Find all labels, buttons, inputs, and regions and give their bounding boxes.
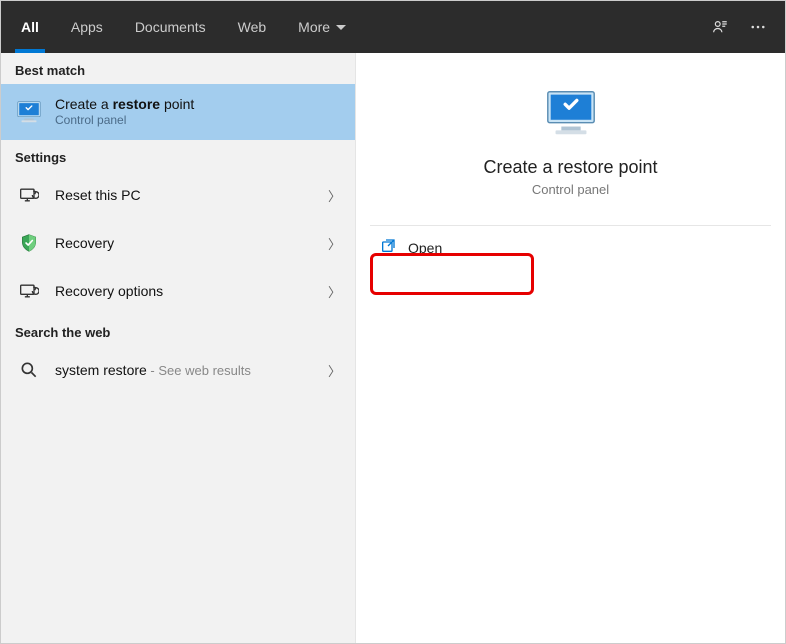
preview-header: Create a restore point Control panel [370, 67, 771, 226]
preview-subtitle: Control panel [532, 182, 609, 197]
result-recovery-options[interactable]: Recovery options 〉 [1, 267, 355, 315]
action-label: Open [408, 240, 442, 256]
search-body: Best match Create a restore point Contro… [1, 53, 785, 643]
tab-label: All [21, 19, 39, 35]
tab-label: Web [238, 19, 267, 35]
open-icon [380, 238, 396, 257]
tab-apps[interactable]: Apps [55, 1, 119, 53]
preview-content: Create a restore point Control panel Ope… [370, 67, 771, 269]
search-icon [15, 356, 43, 384]
chevron-right-icon: 〉 [328, 186, 341, 205]
web-query: system restore [55, 362, 147, 378]
tab-label: Apps [71, 19, 103, 35]
section-best-match: Best match [1, 53, 355, 84]
result-subtitle: Control panel [55, 113, 341, 129]
action-open[interactable]: Open [370, 226, 771, 269]
web-hint: - See web results [147, 363, 251, 378]
preview-panel: Create a restore point Control panel Ope… [356, 53, 785, 643]
section-web: Search the web [1, 315, 355, 346]
more-options-icon[interactable] [749, 18, 767, 36]
result-text: Recovery options [55, 282, 316, 300]
result-web-search[interactable]: system restore - See web results 〉 [1, 346, 355, 394]
result-text: system restore - See web results [55, 361, 316, 380]
reset-icon [15, 181, 43, 209]
chevron-right-icon: 〉 [328, 234, 341, 253]
result-best-match[interactable]: Create a restore point Control panel [1, 84, 355, 140]
header-actions [711, 18, 781, 36]
tab-all[interactable]: All [5, 1, 55, 53]
result-title: Recovery [55, 234, 316, 252]
preview-title: Create a restore point [483, 157, 657, 178]
result-text: Create a restore point Control panel [55, 95, 341, 129]
section-settings: Settings [1, 140, 355, 171]
header-tabs: All Apps Documents Web More [5, 1, 362, 53]
result-title: Reset this PC [55, 186, 316, 204]
tab-web[interactable]: Web [222, 1, 283, 53]
chevron-down-icon [336, 25, 346, 30]
system-properties-icon [542, 87, 600, 139]
result-title: Recovery options [55, 282, 316, 300]
system-properties-icon [15, 98, 43, 126]
result-text: Reset this PC [55, 186, 316, 204]
results-panel: Best match Create a restore point Contro… [1, 53, 356, 643]
tab-label: More [298, 19, 330, 35]
result-reset-pc[interactable]: Reset this PC 〉 [1, 171, 355, 219]
result-text: Recovery [55, 234, 316, 252]
chevron-right-icon: 〉 [328, 282, 341, 301]
security-shield-icon [15, 229, 43, 257]
tab-label: Documents [135, 19, 206, 35]
result-title: Create a restore point [55, 95, 341, 113]
search-header: All Apps Documents Web More [1, 1, 785, 53]
result-recovery[interactable]: Recovery 〉 [1, 219, 355, 267]
reset-icon [15, 277, 43, 305]
tab-documents[interactable]: Documents [119, 1, 222, 53]
tab-more[interactable]: More [282, 1, 362, 53]
chevron-right-icon: 〉 [328, 361, 341, 380]
feedback-icon[interactable] [711, 18, 729, 36]
